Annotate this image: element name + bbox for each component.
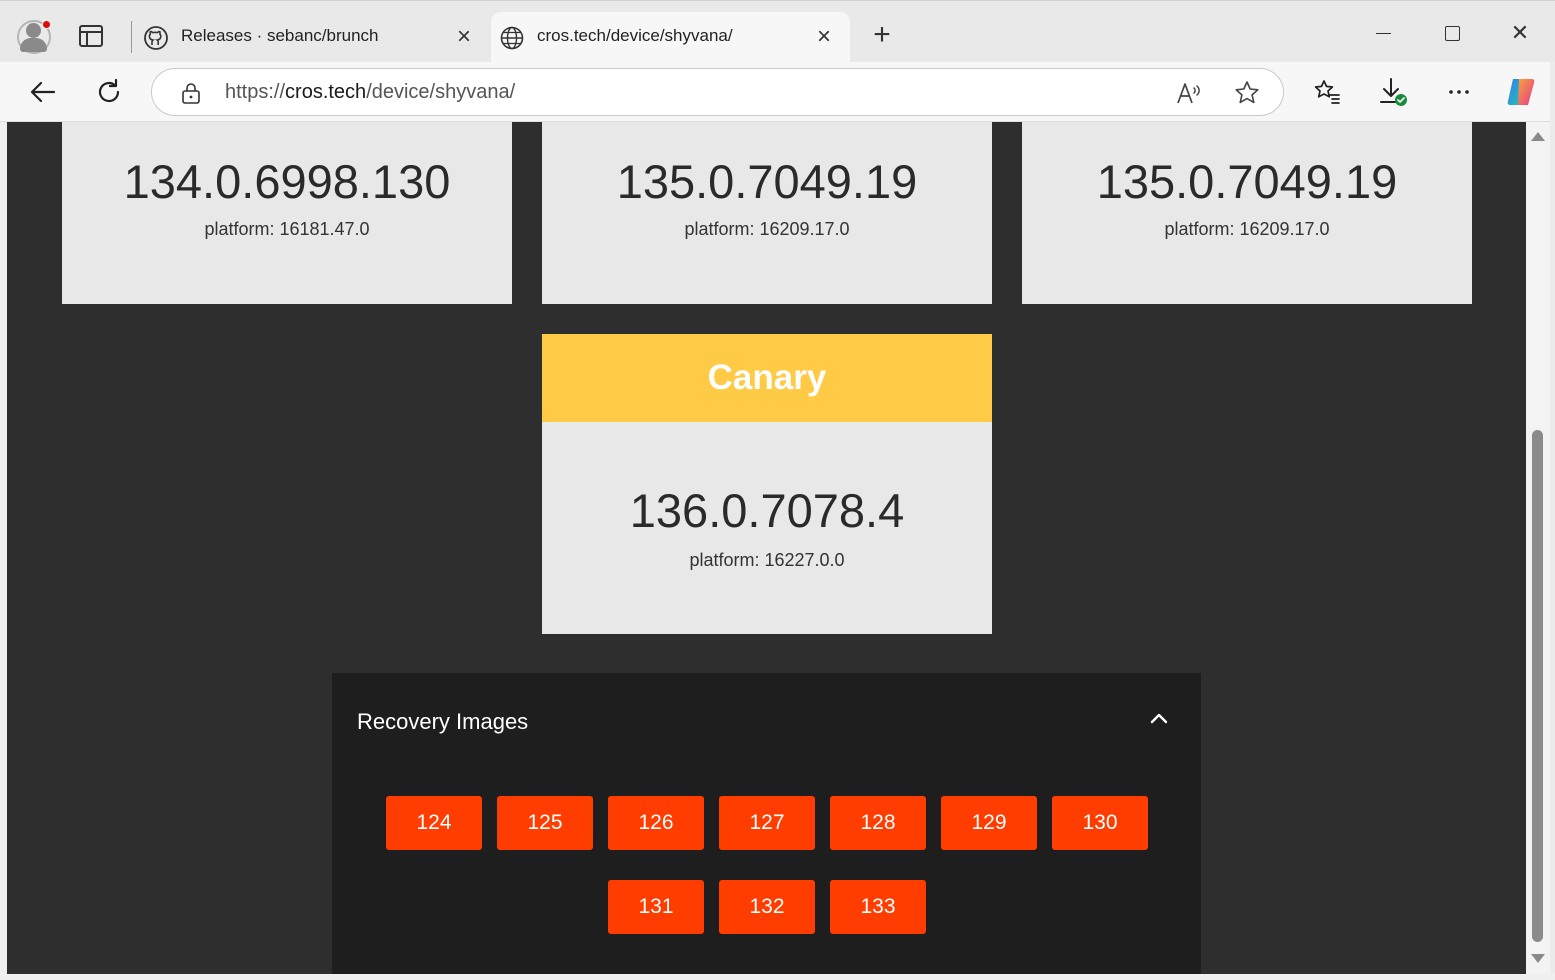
recovery-button-126[interactable]: 126 xyxy=(608,796,704,850)
tab-title: cros.tech/device/shyvana/ xyxy=(537,26,733,45)
minimize-icon[interactable] xyxy=(1363,15,1403,51)
tab-cros-tech[interactable]: cros.tech/device/shyvana/ × xyxy=(491,12,850,63)
url-scheme: https:// xyxy=(225,81,286,103)
tab-title: Releases · sebanc/brunch xyxy=(181,26,379,45)
window-right-edge xyxy=(1550,62,1555,980)
maximize-icon[interactable] xyxy=(1432,15,1472,51)
tab-actions-icon[interactable] xyxy=(79,25,103,47)
recovery-button-128[interactable]: 128 xyxy=(830,796,926,850)
url-text[interactable]: https://cros.tech/device/shyvana/ xyxy=(225,81,515,104)
copilot-icon[interactable] xyxy=(1503,74,1539,110)
canary-header: Canary xyxy=(542,334,992,422)
channel-card-stable: 134.0.6998.130 platform: 16181.47.0 xyxy=(62,122,512,304)
scroll-up-arrow-icon[interactable] xyxy=(1531,132,1545,141)
lock-icon[interactable] xyxy=(180,82,202,104)
channel-card-beta: 135.0.7049.19 platform: 16209.17.0 xyxy=(542,122,992,304)
version-number: 135.0.7049.19 xyxy=(616,155,918,208)
recovery-images-title[interactable]: Recovery Images xyxy=(357,709,528,735)
recovery-button-131[interactable]: 131 xyxy=(608,880,704,934)
channel-card-dev: 135.0.7049.19 platform: 16209.17.0 xyxy=(1022,122,1472,304)
address-bar[interactable]: https://cros.tech/device/shyvana/ xyxy=(151,68,1284,116)
title-bar: Releases · sebanc/brunch × cros.tech/dev… xyxy=(0,0,1555,63)
platform-version: platform: 16209.17.0 xyxy=(684,219,850,239)
navigation-toolbar: https://cros.tech/device/shyvana/ xyxy=(0,62,1555,122)
profile-icon[interactable] xyxy=(17,20,51,54)
new-tab-button[interactable]: + xyxy=(868,20,896,50)
version-number: 136.0.7078.4 xyxy=(629,484,905,537)
notification-dot xyxy=(42,20,51,29)
github-icon xyxy=(144,26,168,50)
close-tab-icon[interactable]: × xyxy=(812,25,836,49)
close-window-icon[interactable]: ✕ xyxy=(1500,15,1540,51)
window-bottom-edge xyxy=(0,974,1555,980)
close-tab-icon[interactable]: × xyxy=(452,25,476,49)
version-number: 135.0.7049.19 xyxy=(1096,155,1398,208)
channel-card-canary: Canary 136.0.7078.4 platform: 16227.0.0 xyxy=(542,334,992,634)
chevron-up-icon[interactable] xyxy=(1149,709,1169,729)
recovery-button-132[interactable]: 132 xyxy=(719,880,815,934)
scrollbar-thumb[interactable] xyxy=(1532,430,1543,942)
favorites-icon[interactable] xyxy=(1309,74,1345,110)
read-aloud-icon[interactable] xyxy=(1176,81,1202,105)
platform-version: platform: 16181.47.0 xyxy=(204,219,370,239)
recovery-button-125[interactable]: 125 xyxy=(497,796,593,850)
url-host: cros.tech xyxy=(285,81,367,103)
refresh-icon[interactable] xyxy=(91,74,127,110)
downloads-icon[interactable] xyxy=(1375,74,1411,110)
recovery-button-130[interactable]: 130 xyxy=(1052,796,1148,850)
recovery-images-panel: Recovery Images 124 125 126 127 128 129 … xyxy=(332,673,1201,974)
scroll-down-arrow-icon[interactable] xyxy=(1531,954,1545,963)
recovery-button-124[interactable]: 124 xyxy=(386,796,482,850)
tab-divider xyxy=(131,21,132,53)
favorite-star-icon[interactable] xyxy=(1234,80,1260,106)
vertical-scrollbar[interactable] xyxy=(1526,122,1550,974)
version-number: 134.0.6998.130 xyxy=(123,155,451,208)
url-path: /device/shyvana/ xyxy=(366,81,516,103)
more-icon[interactable] xyxy=(1441,74,1477,110)
tab-releases[interactable]: Releases · sebanc/brunch × xyxy=(135,12,490,63)
platform-version: platform: 16227.0.0 xyxy=(689,550,845,570)
window-left-edge xyxy=(0,122,7,974)
globe-icon xyxy=(500,26,524,50)
back-icon[interactable] xyxy=(25,74,61,110)
recovery-button-129[interactable]: 129 xyxy=(941,796,1037,850)
recovery-button-127[interactable]: 127 xyxy=(719,796,815,850)
platform-version: platform: 16209.17.0 xyxy=(1164,219,1330,239)
page-content: 134.0.6998.130 platform: 16181.47.0 135.… xyxy=(7,122,1526,974)
recovery-button-133[interactable]: 133 xyxy=(830,880,926,934)
